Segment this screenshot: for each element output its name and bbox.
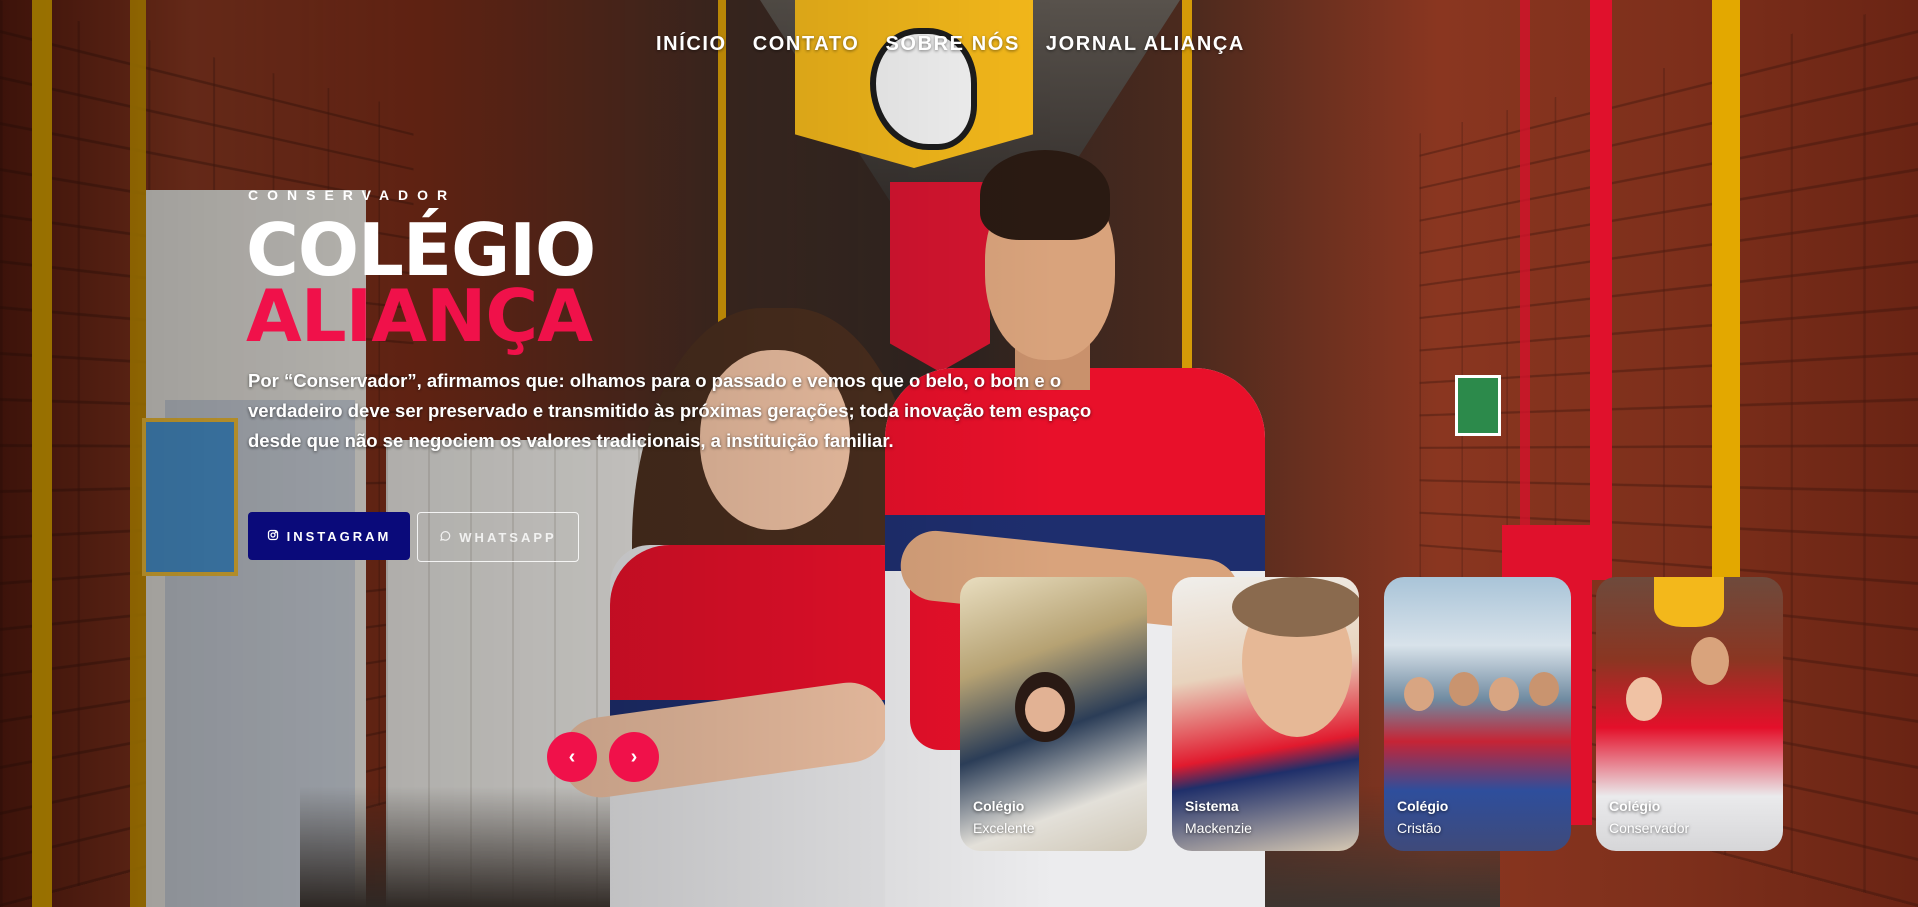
thumbnail-photo-detail <box>1449 672 1479 706</box>
whatsapp-button[interactable]: WHATSAPP <box>417 512 579 562</box>
thumbnail-title: Colégio <box>1397 798 1449 814</box>
thumbnail-caption: Colégio Cristão <box>1397 795 1448 839</box>
nav-link-sobre-nos[interactable]: SOBRE NÓS <box>885 33 1019 56</box>
thumbnail-caption: Colégio Conservador <box>1609 795 1689 839</box>
chevron-right-icon: › <box>630 745 638 768</box>
thumbnail-photo-detail <box>1626 677 1662 721</box>
thumbnail-photo-detail <box>1025 687 1065 732</box>
thumbnail-title: Colégio <box>1609 798 1661 814</box>
instagram-button[interactable]: INSTAGRAM <box>248 512 410 560</box>
thumbnail-subtitle: Excelente <box>973 820 1035 836</box>
thumbnail-photo-detail <box>1404 677 1434 711</box>
thumbnail-photo-detail <box>1529 672 1559 706</box>
whatsapp-icon <box>439 530 451 545</box>
slide-thumbnail-sistema-mackenzie[interactable]: Sistema Mackenzie <box>1172 577 1359 851</box>
thumbnail-photo-detail <box>1691 637 1729 685</box>
chevron-left-icon: ‹ <box>568 745 576 768</box>
slide-thumbnail-colegio-cristao[interactable]: Colégio Cristão <box>1384 577 1571 851</box>
hero-eyebrow: CONSERVADOR <box>248 187 457 203</box>
thumbnail-title: Colégio <box>973 798 1025 814</box>
thumbnail-photo-detail <box>1654 577 1724 627</box>
instagram-button-label: INSTAGRAM <box>286 528 392 544</box>
hero-title-line2: ALIANÇA <box>246 274 593 358</box>
nav-link-inicio[interactable]: INÍCIO <box>656 33 727 56</box>
slider-prev-button[interactable]: ‹ <box>547 732 597 782</box>
thumbnail-subtitle: Cristão <box>1397 820 1442 836</box>
thumbnail-photo-detail <box>1232 577 1359 637</box>
thumbnail-photo-detail <box>1489 677 1519 711</box>
slide-thumbnail-colegio-excelente[interactable]: Colégio Excelente <box>960 577 1147 851</box>
thumbnail-caption: Sistema Mackenzie <box>1185 795 1252 839</box>
slide-thumbnail-colegio-conservador[interactable]: Colégio Conservador <box>1596 577 1783 851</box>
main-nav: INÍCIO CONTATO SOBRE NÓS JORNAL ALIANÇA <box>656 33 1245 56</box>
thumbnail-subtitle: Mackenzie <box>1185 820 1252 836</box>
instagram-icon <box>267 529 279 544</box>
nav-link-jornal-alianca[interactable]: JORNAL ALIANÇA <box>1046 33 1245 56</box>
nav-link-contato[interactable]: CONTATO <box>753 33 860 56</box>
thumbnail-caption: Colégio Excelente <box>973 795 1034 839</box>
slider-next-button[interactable]: › <box>609 732 659 782</box>
hero-description: Por “Conservador”, afirmamos que: olhamo… <box>248 370 1092 451</box>
thumbnail-subtitle: Conservador <box>1609 820 1690 836</box>
whatsapp-button-label: WHATSAPP <box>459 529 557 545</box>
thumbnail-title: Sistema <box>1185 798 1239 814</box>
